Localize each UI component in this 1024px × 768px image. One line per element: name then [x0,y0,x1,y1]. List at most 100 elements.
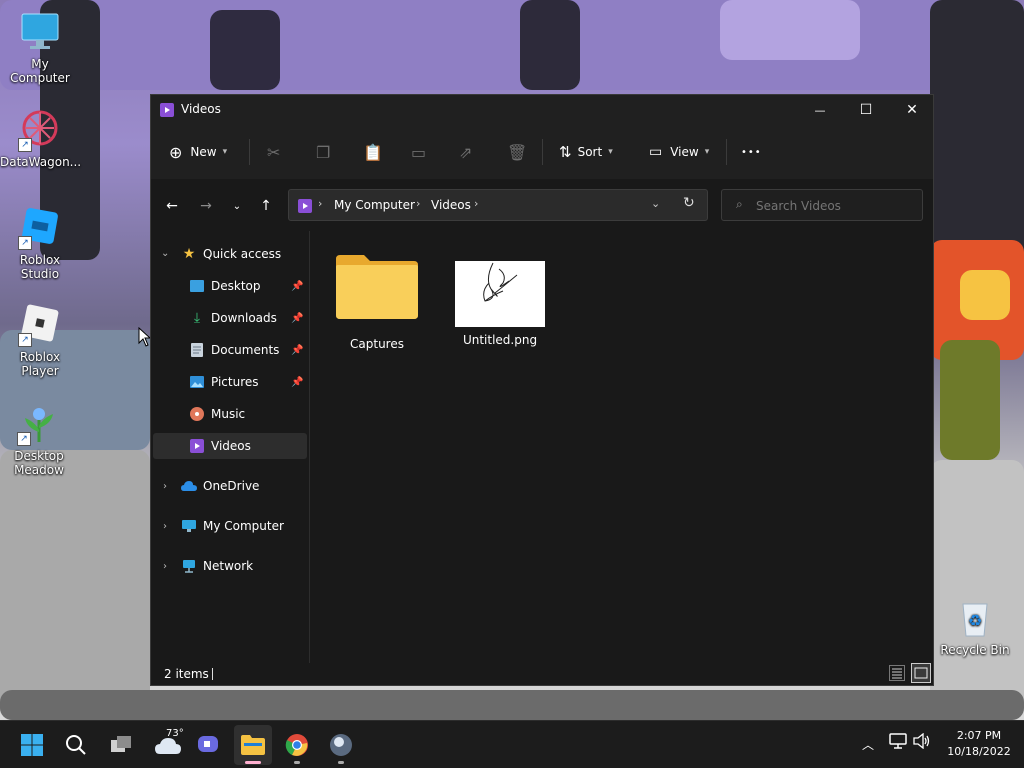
folder-icon [241,735,265,755]
ribbon-divider [726,139,727,165]
start-button[interactable] [16,729,48,761]
rename-icon: ▭ [411,142,427,162]
nav-label: OneDrive [203,479,260,493]
monitor-icon [181,518,197,534]
new-button[interactable]: ⊕ New ▾ [169,135,227,169]
nav-label: Documents [211,343,280,357]
share-icon: ⇗ [459,142,473,162]
nav-label: Desktop [211,279,261,293]
shortcut-arrow-icon: ↗ [18,333,32,347]
delete-button[interactable]: 🗑 [507,135,527,169]
view-button[interactable]: ▭ View ▾ [649,135,709,169]
search-input[interactable] [754,195,918,217]
command-bar: ⊕ New ▾ ✂ ❐ 📋 ▭ ⇗ 🗑 ⇅ Sort ▾ ▭ View ▾ ••… [151,125,933,180]
cut-button[interactable]: ✂ [267,135,280,169]
file-name: Captures [350,337,404,351]
image-thumbnail [455,261,545,327]
desktop-icon-roblox-studio[interactable]: ↗ Roblox Studio [0,206,80,281]
refresh-icon[interactable]: ↻ [683,195,695,211]
chrome-taskbar-button[interactable] [281,729,313,764]
more-options-button[interactable]: ••• [741,135,762,169]
desktop-icon-recycle-bin[interactable]: ♻ Recycle Bin [935,596,1015,657]
clock-date: 10/18/2022 [947,745,1011,758]
copy-icon: ❐ [316,142,331,162]
view-icon: ▭ [649,144,663,160]
nav-pictures[interactable]: Pictures [189,369,259,395]
picture-icon [189,374,205,390]
close-button[interactable]: ✕ [889,95,935,125]
up-button[interactable]: ↑ [255,195,277,217]
roblox-studio-icon: ↗ [18,206,62,250]
title-bar[interactable]: Videos — ☐ ✕ [151,95,933,125]
clock[interactable]: 2:07 PM 10/18/2022 [944,728,1014,760]
chevron-right-icon[interactable]: › [163,481,167,492]
chevron-right-icon[interactable]: › [163,521,167,532]
nav-music[interactable]: Music [189,401,245,427]
minimize-button[interactable]: — [797,95,843,125]
windows-logo-icon [21,734,43,756]
forward-button[interactable]: → [195,195,217,217]
desktop-icon-label: Desktop Meadow [14,449,64,477]
star-icon: ★ [182,246,196,262]
chevron-right-icon[interactable]: › [163,561,167,572]
share-button[interactable]: ⇗ [459,135,472,169]
nav-onedrive[interactable]: OneDrive [181,473,259,499]
breadcrumb-separator-icon: › [474,197,479,210]
chevron-down-icon[interactable]: ⌄ [161,248,169,259]
nav-label: Music [211,407,246,421]
file-explorer-taskbar-button[interactable] [234,725,272,765]
maximize-button[interactable]: ☐ [843,95,889,125]
paste-button[interactable]: 📋 [363,135,383,169]
search-box[interactable]: ⌕ [721,189,923,221]
volume-icon[interactable] [913,732,931,753]
chevron-down-icon: ▾ [608,147,613,157]
nav-videos[interactable]: Videos [189,433,251,459]
weather-widget[interactable]: 73° [148,728,188,761]
scissors-icon: ✂ [267,142,281,162]
close-icon: ✕ [906,102,918,118]
desktop-icon-my-computer[interactable]: My Computer [0,10,80,85]
nav-quick-access[interactable]: ★ Quick access [181,241,281,267]
teams-chat-button[interactable] [192,729,224,761]
nav-my-computer[interactable]: My Computer [181,513,284,539]
taskbar: 73° ︿ 2:07 PM 10/18/2022 [0,720,1024,768]
file-item-folder[interactable]: Captures [322,251,432,351]
sort-label: Sort [577,145,603,159]
sort-button[interactable]: ⇅ Sort ▾ [559,135,613,169]
search-button[interactable] [60,729,92,761]
nav-label: Downloads [211,311,277,325]
details-view-button[interactable] [889,665,905,681]
tiles-view-button[interactable] [911,663,931,683]
nav-desktop[interactable]: Desktop [189,273,261,299]
desktop-icon-roblox-player[interactable]: ↗ Roblox Player [0,303,80,378]
app-taskbar-button[interactable] [325,729,357,764]
show-hidden-icons-chevron-up-icon[interactable]: ︿ [862,736,874,753]
back-button[interactable]: ← [161,195,183,217]
nav-downloads[interactable]: ⤓ Downloads [189,305,277,331]
nav-documents[interactable]: Documents [189,337,279,363]
file-item-image[interactable]: Untitled.png [445,251,555,347]
folder-icon [334,251,420,321]
network-status-icon[interactable] [889,733,907,753]
running-app-indicator [338,761,344,764]
breadcrumb-videos[interactable]: Videos [431,198,471,212]
copy-button[interactable]: ❐ [316,135,330,169]
videos-folder-icon [160,102,174,117]
breadcrumb-my-computer[interactable]: My Computer [334,198,415,212]
recent-locations-button[interactable]: ⌄ [226,195,248,217]
task-view-button[interactable] [105,729,137,761]
plus-circle-icon: ⊕ [169,142,183,162]
breadcrumb-separator-icon: › [318,197,323,210]
ribbon-divider [249,139,250,165]
task-view-icon [111,736,131,752]
clipboard-icon: 📋 [363,142,383,162]
tiles-view-icon [914,667,928,679]
rename-button[interactable]: ▭ [411,135,426,169]
desktop-icon-desktop-meadow[interactable]: ↗ Desktop Meadow [0,402,78,477]
address-bar[interactable]: › My Computer › Videos › ⌄ ↻ [288,189,708,221]
desktop-icon-datawagon[interactable]: ↗ DataWagon... [0,108,81,169]
trash-icon: 🗑 [507,142,528,162]
arrow-left-icon: ← [166,198,178,214]
nav-network[interactable]: Network [181,553,253,579]
address-history-dropdown[interactable]: ⌄ [651,197,660,210]
